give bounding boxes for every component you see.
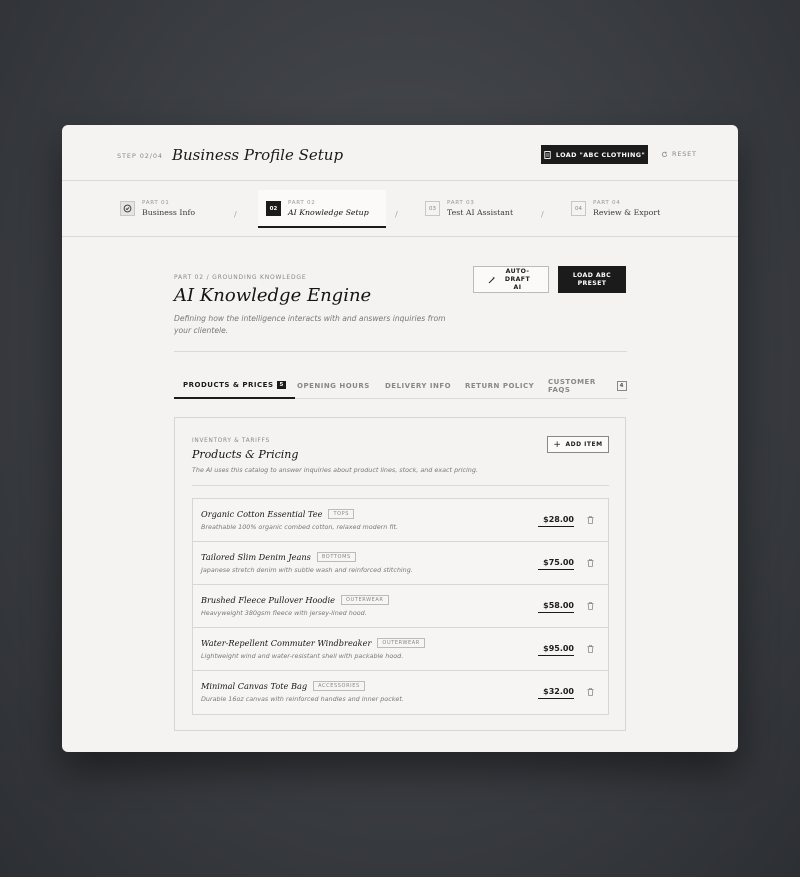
price-field[interactable]: $75.00: [538, 558, 574, 570]
step-separator: /: [395, 210, 398, 219]
knowledge-tabs: PRODUCTS & PRICES 5 OPENING HOURS DELIVE…: [174, 373, 627, 399]
step-label: Business Info: [142, 208, 196, 217]
panel-title: Products & Pricing: [192, 448, 299, 461]
product-row[interactable]: Tailored Slim Denim Jeans BOTTOMS Japane…: [193, 542, 608, 585]
step-ai-knowledge-setup[interactable]: 02 PART 02 AI Knowledge Setup: [266, 199, 369, 218]
trash-icon[interactable]: [587, 688, 594, 696]
category-tag: BOTTOMS: [316, 552, 356, 562]
product-row[interactable]: Organic Cotton Essential Tee TOPS Breath…: [193, 499, 608, 542]
price-field[interactable]: $28.00: [538, 515, 574, 527]
trash-icon[interactable]: [587, 602, 594, 610]
price-field[interactable]: $32.00: [538, 687, 574, 699]
section-description: Defining how the intelligence interacts …: [174, 314, 446, 335]
load-abc-clothing-button[interactable]: LOAD "ABC CLOTHING": [541, 145, 648, 164]
card-header: STEP 02/04 Business Profile Setup LOAD "…: [62, 125, 738, 181]
price-field[interactable]: $58.00: [538, 601, 574, 613]
product-name: Tailored Slim Denim Jeans: [201, 552, 311, 562]
tab-label: PRODUCTS & PRICES: [183, 381, 274, 389]
step-business-info[interactable]: PART 01 Business Info: [120, 199, 195, 218]
step-badge: 03: [425, 201, 440, 216]
auto-draft-ai-button[interactable]: AUTO-DRAFT AI: [473, 266, 549, 293]
category-tag: OUTERWEAR: [377, 638, 425, 648]
magic-wand-icon: [488, 276, 495, 283]
product-row[interactable]: Water-Repellent Commuter Windbreaker OUT…: [193, 628, 608, 671]
product-row[interactable]: Minimal Canvas Tote Bag ACCESSORIES Dura…: [193, 671, 608, 714]
reset-button[interactable]: RESET: [661, 150, 697, 158]
reset-label: RESET: [672, 150, 697, 158]
plus-icon: +: [553, 439, 562, 450]
product-row[interactable]: Brushed Fleece Pullover Hoodie OUTERWEAR…: [193, 585, 608, 628]
tab-label: CUSTOMER FAQS: [548, 378, 596, 394]
step-badge: 04: [571, 201, 586, 216]
step-badge: 02: [266, 201, 281, 216]
document-icon: [544, 150, 551, 159]
tab-products-prices[interactable]: PRODUCTS & PRICES 5: [174, 373, 295, 399]
tab-label: DELIVERY INFO: [385, 382, 452, 390]
step-part: PART 04: [593, 200, 621, 206]
step-separator: /: [541, 210, 544, 219]
products-panel: INVENTORY & TARIFFS Products & Pricing T…: [174, 417, 626, 731]
step-part: PART 02: [288, 200, 316, 206]
add-item-button[interactable]: + ADD ITEM: [547, 436, 609, 453]
trash-icon[interactable]: [587, 516, 594, 524]
tab-delivery-info[interactable]: DELIVERY INFO: [385, 373, 451, 399]
add-item-label: ADD ITEM: [565, 441, 603, 448]
step-kicker: STEP 02/04: [117, 152, 163, 160]
product-name-line: Water-Repellent Commuter Windbreaker OUT…: [201, 638, 425, 648]
step-label: AI Knowledge Setup: [288, 208, 369, 217]
refresh-icon: [661, 150, 668, 157]
step-separator: /: [234, 210, 237, 219]
trash-icon[interactable]: [587, 645, 594, 653]
tab-count-badge: 5: [277, 381, 286, 389]
product-name: Minimal Canvas Tote Bag: [201, 681, 308, 691]
panel-kicker: INVENTORY & TARIFFS: [192, 438, 270, 444]
tab-label: RETURN POLICY: [465, 382, 535, 390]
product-description: Japanese stretch denim with subtle wash …: [201, 566, 413, 574]
tab-return-policy[interactable]: RETURN POLICY: [465, 373, 534, 399]
section-kicker: PART 02 / GROUNDING KNOWLEDGE: [174, 274, 307, 281]
product-description: Breathable 100% organic combed cotton, r…: [201, 523, 399, 531]
load-button-label: LOAD "ABC CLOTHING": [555, 150, 646, 159]
trash-icon[interactable]: [587, 559, 594, 567]
category-tag: ACCESSORIES: [313, 681, 365, 691]
progress-stepper: PART 01 Business Info / 02 PART 02 AI Kn…: [62, 181, 738, 237]
product-list: Organic Cotton Essential Tee TOPS Breath…: [192, 498, 609, 715]
section-title: AI Knowledge Engine: [174, 285, 372, 306]
tab-customer-faqs[interactable]: CUSTOMER FAQS 4: [548, 373, 627, 399]
step-part: PART 03: [447, 200, 475, 206]
auto-draft-label: AUTO-DRAFT AI: [504, 267, 531, 291]
tab-label: OPENING HOURS: [297, 382, 370, 390]
load-abc-preset-button[interactable]: LOAD ABC PRESET: [558, 266, 626, 293]
product-description: Lightweight wind and water-resistant she…: [201, 652, 404, 660]
product-name: Organic Cotton Essential Tee: [201, 509, 323, 519]
load-preset-label: LOAD ABC PRESET: [572, 271, 612, 287]
panel-description: The AI uses this catalog to answer inqui…: [192, 466, 478, 474]
product-name-line: Tailored Slim Denim Jeans BOTTOMS: [201, 552, 356, 562]
page-title: Business Profile Setup: [172, 146, 344, 164]
step-review-export[interactable]: 04 PART 04 Review & Export: [571, 199, 660, 218]
product-name: Water-Repellent Commuter Windbreaker: [201, 638, 372, 648]
category-tag: OUTERWEAR: [341, 595, 389, 605]
step-label: Test AI Assistant: [447, 208, 514, 217]
price-field[interactable]: $95.00: [538, 644, 574, 656]
step-label: Review & Export: [593, 208, 661, 217]
product-name-line: Brushed Fleece Pullover Hoodie OUTERWEAR: [201, 595, 389, 605]
panel-divider: [192, 485, 609, 486]
product-name-line: Organic Cotton Essential Tee TOPS: [201, 509, 355, 519]
tab-opening-hours[interactable]: OPENING HOURS: [297, 373, 370, 399]
product-description: Heavyweight 380gsm fleece with jersey-li…: [201, 609, 367, 617]
check-circle-icon: [120, 201, 135, 216]
tab-count-badge: 4: [616, 381, 627, 391]
step-test-ai-assistant[interactable]: 03 PART 03 Test AI Assistant: [425, 199, 513, 218]
category-tag: TOPS: [328, 509, 355, 519]
product-name-line: Minimal Canvas Tote Bag ACCESSORIES: [201, 681, 365, 691]
product-description: Durable 16oz canvas with reinforced hand…: [201, 695, 404, 703]
section-divider: [174, 351, 627, 352]
step-part: PART 01: [142, 200, 170, 206]
setup-card: STEP 02/04 Business Profile Setup LOAD "…: [62, 125, 738, 752]
product-name: Brushed Fleece Pullover Hoodie: [201, 595, 336, 605]
